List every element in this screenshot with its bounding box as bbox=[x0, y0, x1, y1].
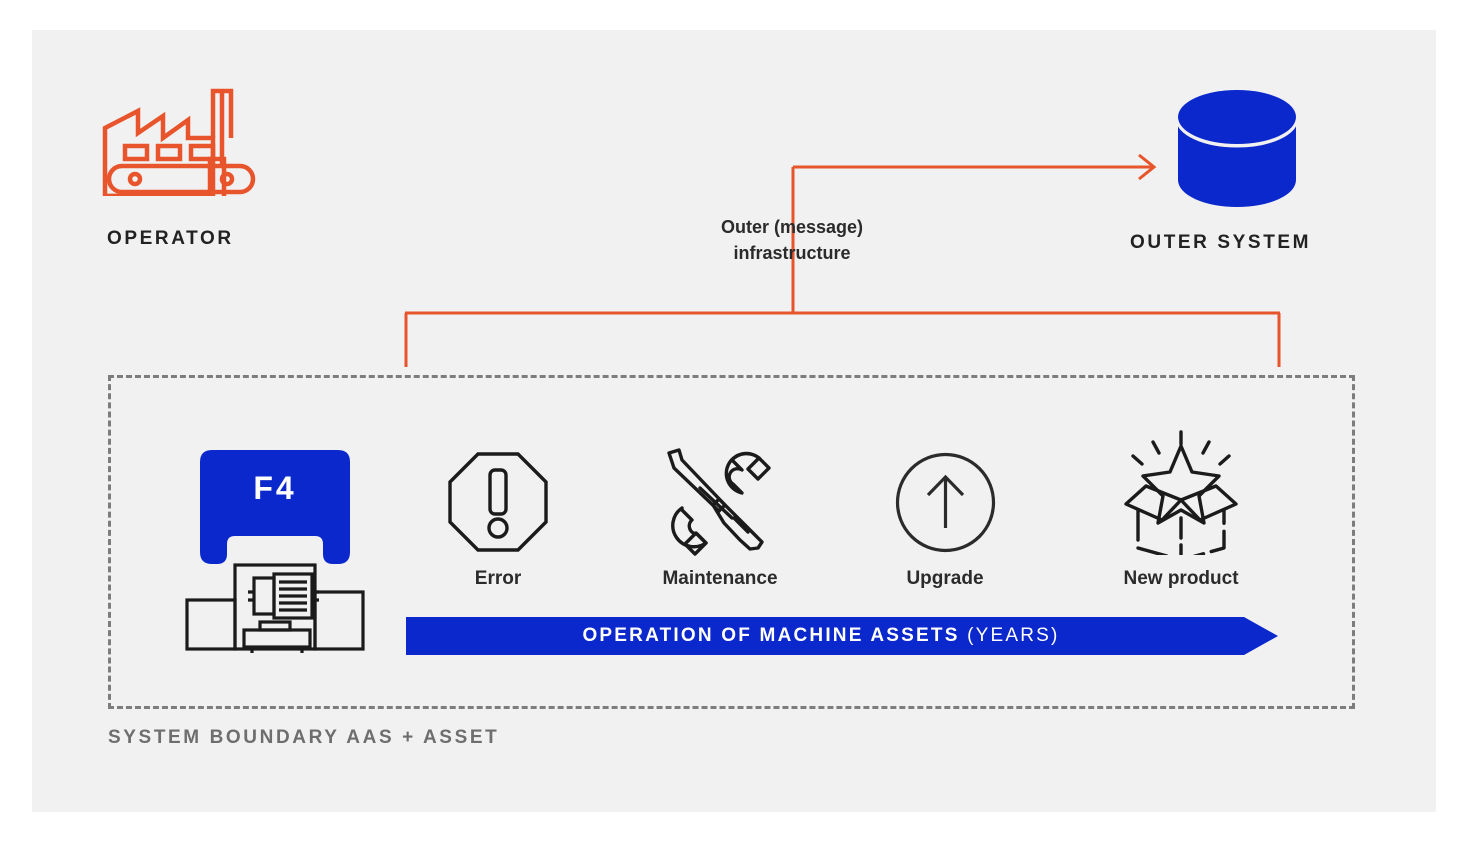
circle-arrow-up-icon bbox=[895, 452, 996, 553]
open-box-star-icon bbox=[1124, 430, 1238, 555]
outer-system-label: OUTER SYSTEM bbox=[1130, 232, 1312, 253]
outer-infrastructure-label: Outer (message) infrastructure bbox=[672, 214, 912, 266]
upgrade-label: Upgrade bbox=[906, 568, 984, 589]
operator-label: OPERATOR bbox=[107, 228, 234, 249]
error-label: Error bbox=[474, 568, 522, 589]
new-product-label: New product bbox=[1123, 568, 1239, 589]
wrench-screwdriver-icon bbox=[667, 448, 771, 556]
diagram-canvas: OPERATOR OUTER SYSTEM Outer (message) in… bbox=[0, 0, 1471, 846]
system-boundary-label: SYSTEM BOUNDARY AAS + ASSET bbox=[108, 727, 500, 748]
operation-bar-text-light bbox=[960, 625, 967, 646]
outer-infrastructure-label-line1: Outer (message) bbox=[720, 217, 864, 237]
database-cylinder-icon bbox=[1176, 90, 1298, 207]
machine-badge-f4: F4 bbox=[253, 470, 297, 506]
operation-bar-text-strong: OPERATION OF MACHINE ASSETS bbox=[582, 625, 960, 646]
operation-bar-years: (YEARS) bbox=[967, 625, 1060, 646]
maintenance-label: Maintenance bbox=[662, 568, 778, 589]
factory-icon bbox=[102, 88, 256, 196]
outer-infrastructure-label-line2: infrastructure bbox=[733, 243, 851, 263]
octagon-exclamation-icon bbox=[448, 452, 548, 552]
operation-timeline-bar: OPERATION OF MACHINE ASSETS (YEARS) bbox=[406, 617, 1278, 655]
operation-bar-text: OPERATION OF MACHINE ASSETS (YEARS) bbox=[406, 617, 1236, 655]
